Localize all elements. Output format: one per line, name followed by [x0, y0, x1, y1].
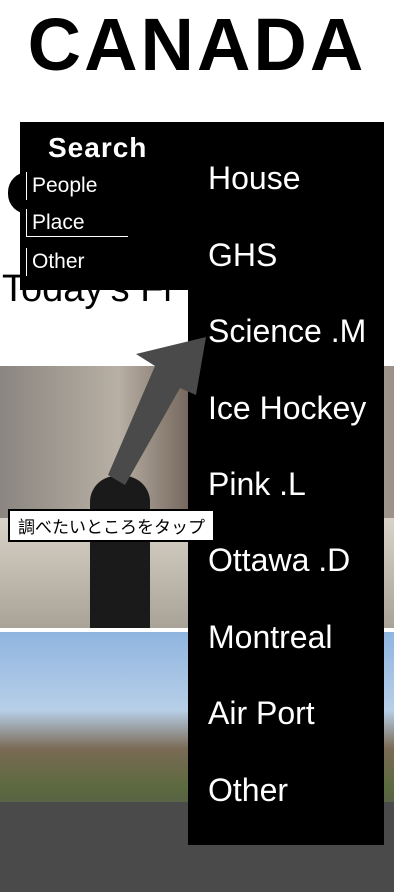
category-item-other[interactable]: Other [208, 772, 288, 809]
search-item-people[interactable]: People [26, 172, 97, 200]
divider [26, 236, 128, 237]
category-item-ottawa[interactable]: Ottawa .D [208, 542, 350, 579]
category-item-house[interactable]: House [208, 160, 301, 197]
search-menu-heading: Search [48, 132, 148, 163]
category-item-pink[interactable]: Pink .L [208, 466, 306, 503]
category-item-montreal[interactable]: Montreal [208, 619, 333, 656]
page-title: CANADA [27, 3, 367, 86]
category-menu: House GHS Science .M Ice Hockey Pink .L … [188, 122, 384, 845]
search-item-other[interactable]: Other [26, 248, 85, 276]
category-item-ghs[interactable]: GHS [208, 237, 277, 274]
search-item-place[interactable]: Place [26, 209, 85, 237]
category-item-science[interactable]: Science .M [208, 313, 366, 350]
tap-hint-tooltip: 調べたいところをタップ [8, 509, 215, 542]
search-menu: Search People Place Other [20, 122, 188, 290]
category-item-ice-hockey[interactable]: Ice Hockey [208, 390, 366, 427]
category-item-air-port[interactable]: Air Port [208, 695, 315, 732]
